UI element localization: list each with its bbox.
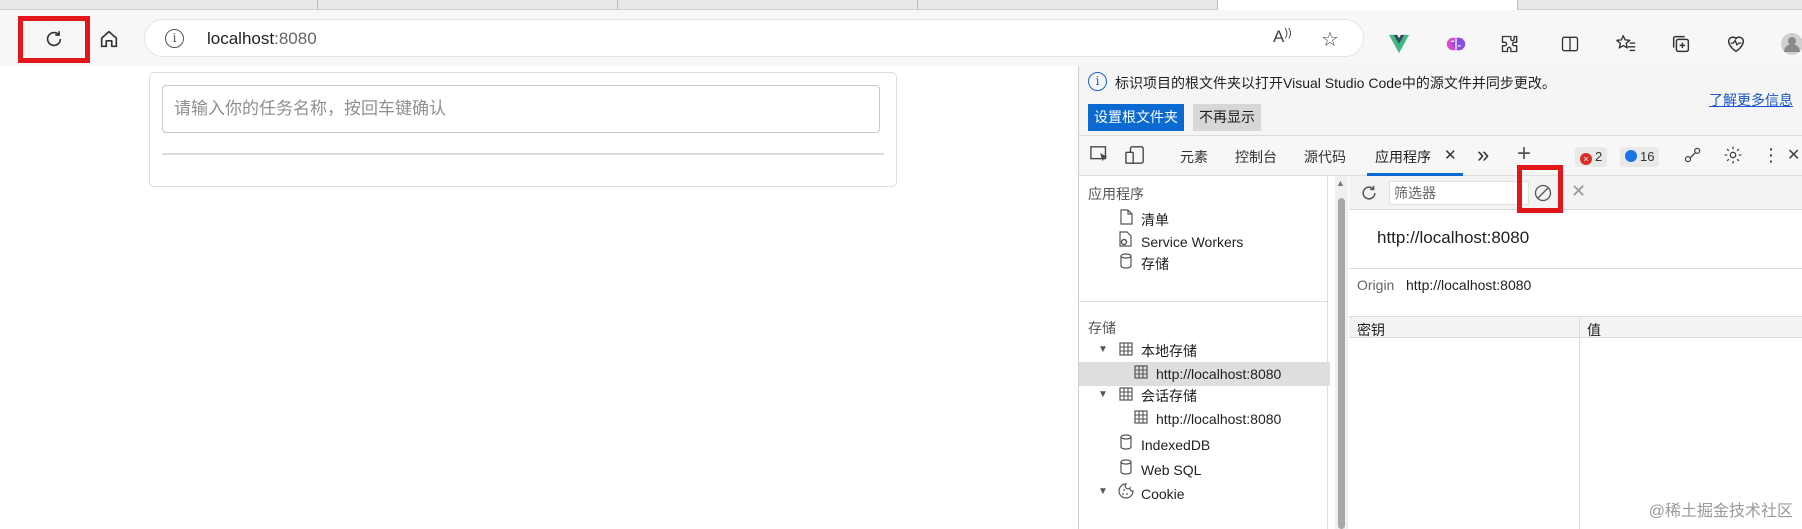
section-title-storage: 存储 (1088, 320, 1116, 336)
messages-badge[interactable]: 16 (1620, 147, 1660, 167)
column-divider[interactable] (1579, 316, 1580, 529)
health-icon[interactable] (1723, 31, 1749, 57)
tab-sources[interactable]: 源代码 (1304, 147, 1346, 167)
refresh-storage-icon[interactable] (1359, 183, 1379, 208)
scroll-up-arrow-icon[interactable]: ▲ (1336, 178, 1345, 188)
device-emulation-icon[interactable] (1124, 145, 1146, 170)
more-options-icon[interactable]: ⋮ (1762, 145, 1780, 166)
devtools-infobar: i 标识项目的根文件夹以打开Visual Studio Code中的源文件并同步… (1079, 66, 1802, 136)
todo-card (149, 72, 897, 187)
message-icon (1625, 150, 1637, 162)
devtools-panel: i 标识项目的根文件夹以打开Visual Studio Code中的源文件并同步… (1078, 66, 1802, 529)
column-header-key[interactable]: 密钥 (1357, 320, 1385, 340)
errors-badge[interactable]: × 2 (1575, 147, 1608, 167)
browser-tab[interactable] (18, 0, 318, 10)
database-icon (1117, 459, 1135, 478)
settings-gear-icon[interactable] (1723, 145, 1743, 170)
expand-triangle-icon[interactable]: ▼ (1098, 389, 1108, 400)
browser-toolbar: i localhost:8080 A)) ☆ (0, 10, 1802, 66)
origin-heading: http://localhost:8080 (1377, 228, 1530, 247)
clear-all-highlight-box (1517, 165, 1563, 213)
sidebar-item-service-workers[interactable]: Service Workers (1117, 231, 1243, 250)
sidebar-item-storage-overview[interactable]: 存储 (1117, 253, 1169, 274)
database-icon (1117, 434, 1135, 453)
file-icon (1117, 209, 1135, 228)
database-icon (1117, 253, 1135, 272)
tab-elements[interactable]: 元素 (1180, 147, 1208, 167)
sidebar-item-session-storage[interactable]: 会话存储 (1117, 386, 1197, 406)
task-name-input[interactable] (162, 85, 880, 133)
split-screen-icon[interactable] (1557, 31, 1583, 57)
section-title-application: 应用程序 (1088, 186, 1144, 202)
sidebar-item-indexeddb[interactable]: IndexedDB (1117, 434, 1210, 453)
refresh-highlight-box (18, 16, 90, 63)
infobar-message: 标识项目的根文件夹以打开Visual Studio Code中的源文件并同步更改… (1115, 75, 1556, 91)
set-root-folder-button[interactable]: 设置根文件夹 (1088, 104, 1184, 131)
sidebar-item-cookie[interactable]: Cookie (1117, 483, 1185, 502)
connected-devices-icon[interactable] (1683, 145, 1703, 170)
site-info-icon[interactable]: i (165, 29, 184, 48)
sidebar-scrollbar[interactable]: ▲ (1335, 176, 1348, 529)
service-worker-icon (1117, 231, 1135, 250)
scrollbar-thumb[interactable] (1338, 198, 1345, 529)
devtools-tab-bar: 元素 控制台 源代码 应用程序 ✕ » + × 2 16 ⋮ ✕ (1079, 136, 1802, 176)
cookie-icon (1117, 483, 1135, 502)
sidebar-item-manifest[interactable]: 清单 (1117, 209, 1169, 230)
home-icon[interactable] (92, 22, 126, 56)
learn-more-link[interactable]: 了解更多信息 (1709, 90, 1793, 110)
delete-selected-icon[interactable]: ✕ (1571, 181, 1586, 202)
table-grid-icon (1117, 342, 1135, 359)
browser-tab-active[interactable] (1218, 0, 1518, 10)
card-divider (162, 153, 884, 155)
error-icon: × (1580, 153, 1592, 165)
storage-pane: ✕ http://localhost:8080 Origin http://lo… (1349, 165, 1802, 529)
read-aloud-icon[interactable]: A)) (1273, 27, 1292, 47)
favorite-star-icon[interactable]: ☆ (1321, 27, 1339, 52)
info-icon: i (1088, 72, 1107, 91)
browser-tab[interactable] (618, 0, 918, 10)
browser-tab-strip (0, 0, 1802, 10)
storage-toolbar: ✕ (1349, 176, 1802, 210)
application-sidebar: 应用程序 清单 Service Workers 存储 存储 ▼ 本地存储 htt… (1079, 176, 1330, 529)
tab-application[interactable]: 应用程序 (1375, 147, 1431, 167)
sidebar-item-local-storage-origin[interactable]: http://localhost:8080 (1132, 365, 1281, 382)
filter-input[interactable] (1389, 181, 1529, 205)
close-devtools-icon[interactable]: ✕ (1787, 145, 1800, 165)
table-grid-icon (1117, 387, 1135, 404)
address-url[interactable]: localhost:8080 (207, 29, 317, 49)
inspect-element-icon[interactable] (1089, 145, 1111, 170)
origin-value: http://localhost:8080 (1406, 277, 1532, 293)
expand-triangle-icon[interactable]: ▼ (1098, 344, 1108, 355)
origin-label: Origin (1357, 277, 1395, 293)
sidebar-item-local-storage[interactable]: 本地存储 (1117, 341, 1197, 361)
expand-triangle-icon[interactable]: ▼ (1098, 486, 1108, 497)
tab-console[interactable]: 控制台 (1235, 147, 1277, 167)
watermark-text: @稀土掘金技术社区 (1648, 503, 1793, 520)
collections-icon[interactable] (1668, 31, 1694, 57)
close-tab-icon[interactable]: ✕ (1444, 146, 1457, 164)
favorites-list-icon[interactable] (1613, 31, 1639, 57)
browser-tab[interactable] (918, 0, 1218, 10)
web-page (0, 66, 1078, 529)
add-tab-icon[interactable]: + (1517, 140, 1531, 168)
storage-grid-header: 密钥 值 (1349, 316, 1802, 338)
table-grid-icon (1132, 365, 1150, 382)
sidebar-item-session-storage-origin[interactable]: http://localhost:8080 (1132, 410, 1281, 427)
browser-tab[interactable] (318, 0, 618, 10)
table-grid-icon (1132, 410, 1150, 427)
vue-devtools-icon[interactable] (1386, 31, 1412, 57)
more-tabs-icon[interactable]: » (1477, 142, 1489, 168)
puzzle-extensions-icon[interactable] (1497, 31, 1523, 57)
pane-divider (1349, 268, 1802, 269)
sidebar-divider (1079, 301, 1327, 302)
dont-show-again-button[interactable]: 不再显示 (1193, 104, 1261, 131)
profile-avatar[interactable] (1778, 31, 1802, 57)
address-bar[interactable]: i localhost:8080 A)) ☆ (144, 19, 1364, 57)
brain-extension-icon[interactable] (1443, 31, 1469, 57)
sidebar-item-web-sql[interactable]: Web SQL (1117, 459, 1201, 478)
column-header-value[interactable]: 值 (1587, 320, 1601, 340)
